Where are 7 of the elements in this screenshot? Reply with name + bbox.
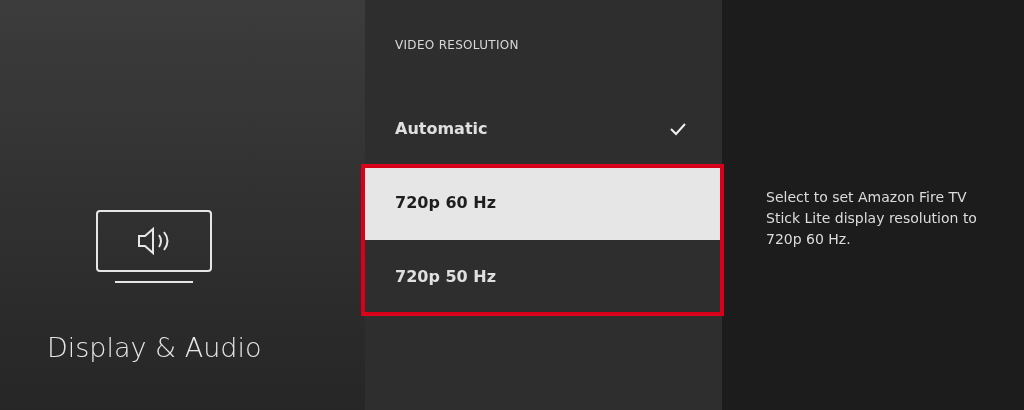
resolution-option[interactable]: Automatic (365, 92, 722, 166)
resolution-option[interactable]: 720p 50 Hz (365, 240, 722, 314)
category-title: Display & Audio (47, 331, 263, 365)
tv-speaker-icon (95, 210, 213, 284)
list-heading: VIDEO RESOLUTION (395, 37, 519, 54)
description-text: Select to set Amazon Fire TV Stick Lite display resolution to 720p 60 Hz. (766, 188, 978, 249)
resolution-option[interactable]: 720p 60 Hz (365, 166, 722, 240)
